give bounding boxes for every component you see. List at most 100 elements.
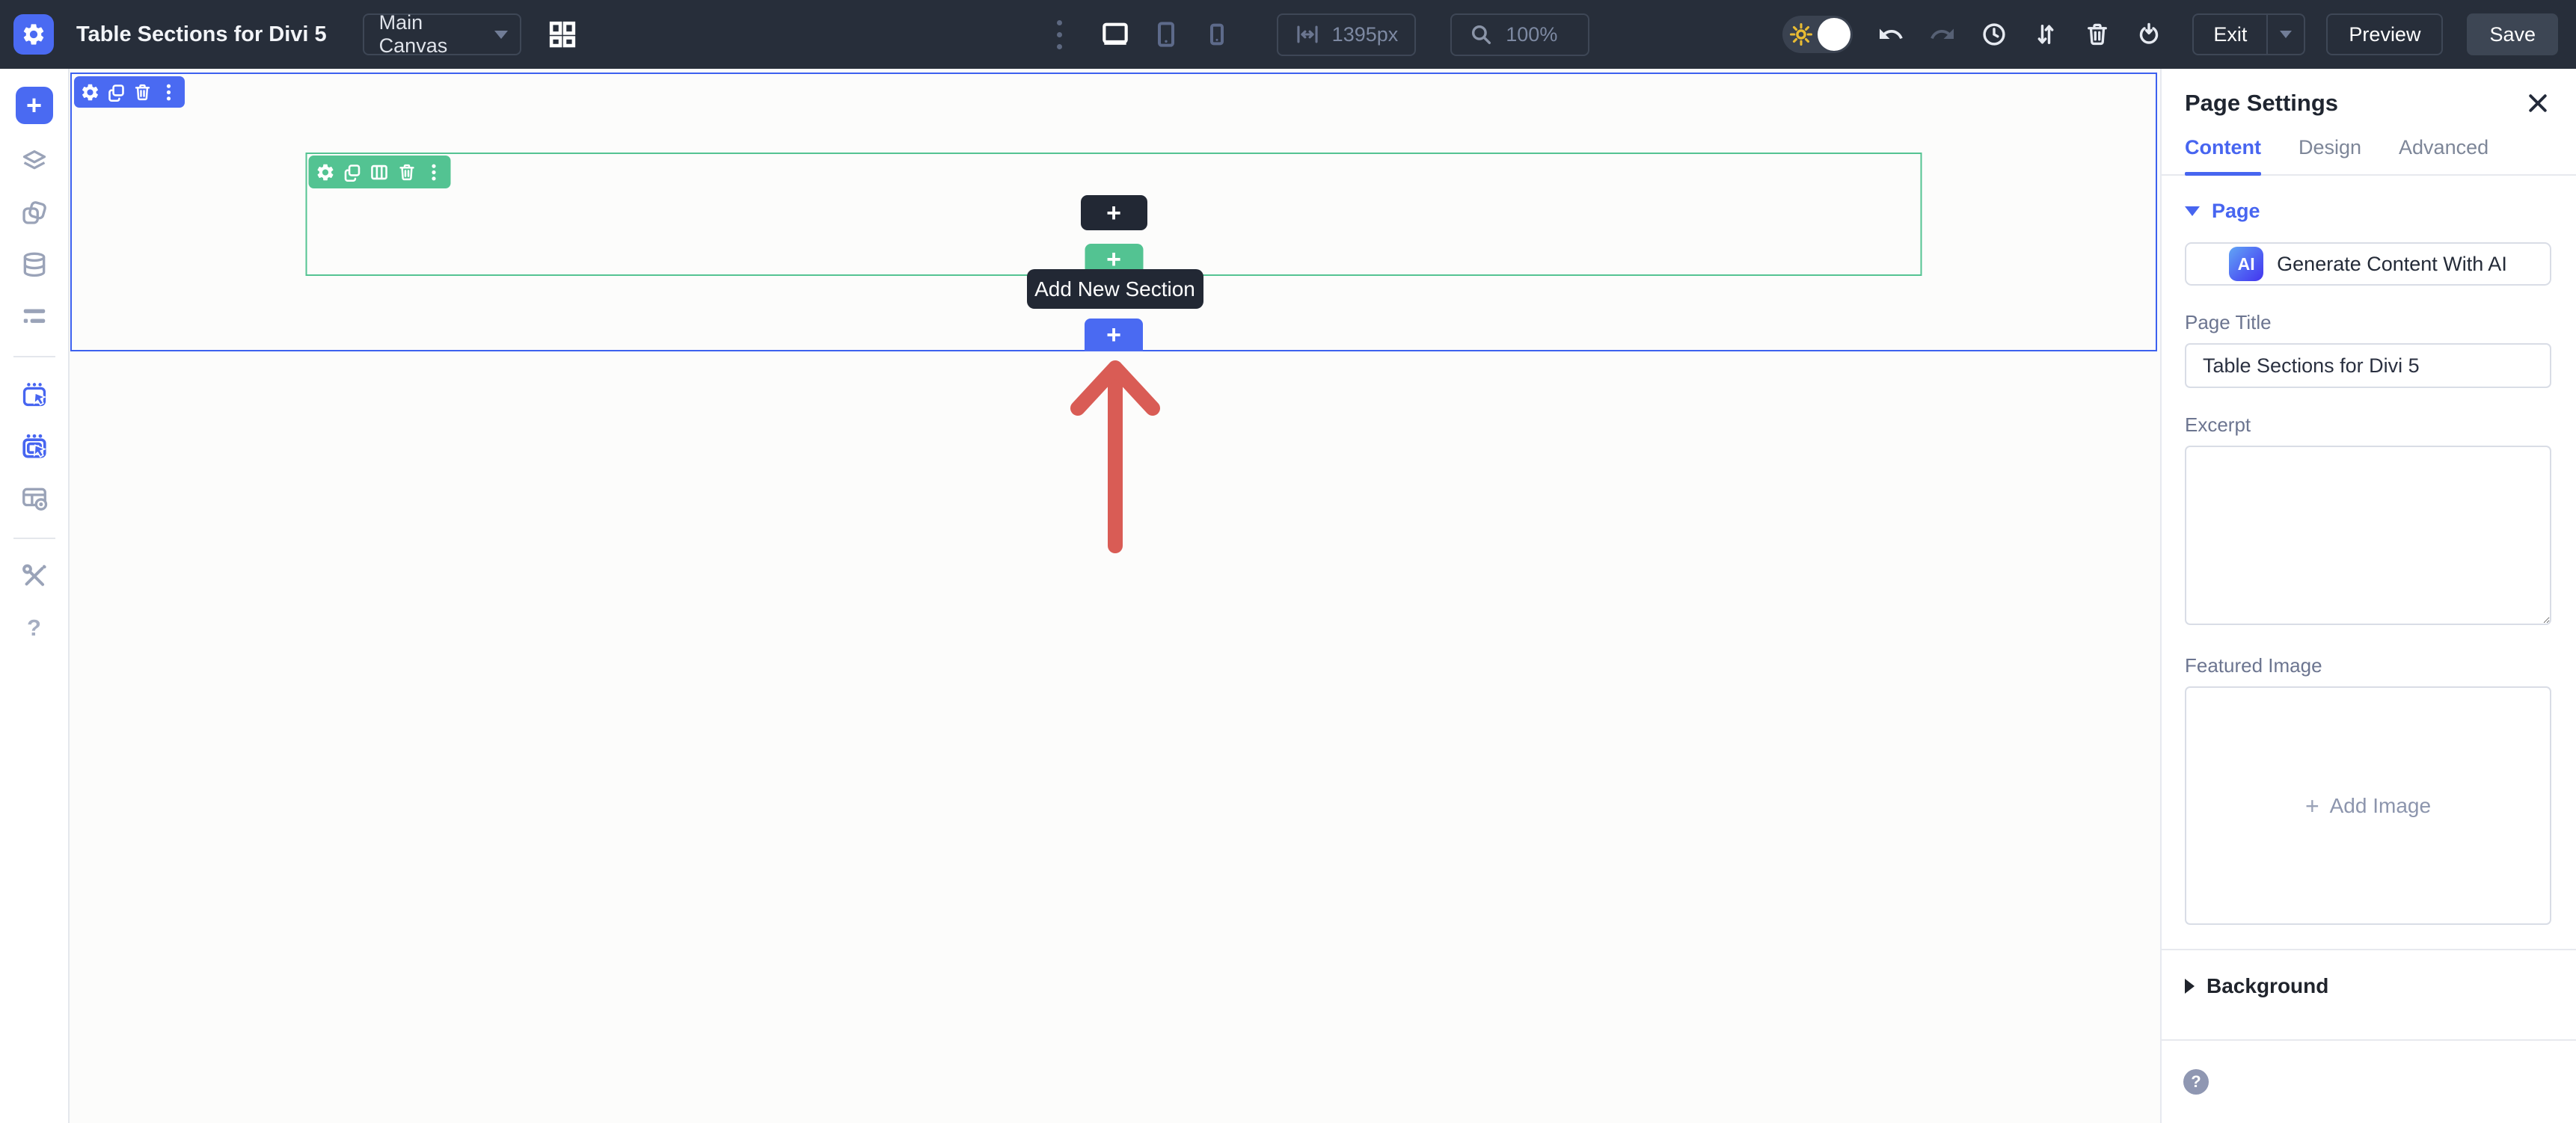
responsive-controls: 1395px 100% [1057,13,1590,56]
row-settings-icon[interactable] [316,162,336,182]
featured-image-label: Featured Image [2185,654,2551,677]
panel-footer: ? [2162,1039,2576,1123]
zoom-input[interactable]: 100% [1450,13,1589,56]
phone-view-icon[interactable] [1202,19,1232,49]
add-module-button[interactable]: + [16,87,53,124]
annotation-arrow-up [1052,356,1179,556]
panel-help-icon[interactable]: ? [2183,1069,2209,1095]
canvas-width-input[interactable]: 1395px [1277,13,1417,56]
add-module-plus-button[interactable]: + [1081,195,1147,230]
theme-toggle[interactable] [1782,16,1853,53]
row-duplicate-icon[interactable] [343,162,363,182]
panel-body: Page Settings Content Design Advanced Pa… [2162,69,2576,1039]
plus-icon: + [1106,200,1121,226]
exit-dropdown[interactable] [2268,31,2304,38]
tab-content[interactable]: Content [2185,136,2261,174]
section-delete-icon[interactable] [132,82,153,102]
page-title: Table Sections for Divi 5 [76,22,327,47]
canvas-selector-label: Main Canvas [379,11,494,58]
plus-icon: + [1106,247,1121,272]
exit-label: Exit [2194,23,2266,46]
toggle-knob [1818,18,1850,51]
section-more-options-icon[interactable] [159,82,179,102]
chevron-down-icon [494,31,508,39]
tab-design[interactable]: Design [2299,136,2361,174]
question-glyph: ? [2191,1072,2201,1092]
caret-right-icon [2185,979,2195,994]
page-settings-panel: Page Settings Content Design Advanced Pa… [2160,69,2576,1123]
row-outline[interactable]: + + [306,153,1922,276]
topbar-actions: Exit Preview Save [1782,13,2558,55]
plus-icon: + [26,92,42,119]
list-view-icon[interactable] [20,302,49,330]
layout-grid-icon[interactable] [547,19,578,50]
background-section-toggle[interactable]: Background [2185,974,2551,998]
exit-button[interactable]: Exit [2192,13,2305,55]
section-duplicate-icon[interactable] [106,82,126,102]
panel-title: Page Settings [2185,90,2338,117]
add-new-section-tooltip: Add New Section [1027,269,1203,309]
portability-icon[interactable] [2135,21,2162,48]
undo-icon[interactable] [1877,21,1904,48]
save-button[interactable]: Save [2467,13,2558,55]
zoom-value: 100% [1506,23,1557,46]
sidebar-divider [13,356,55,357]
plus-icon: + [2305,794,2319,818]
background-section-label: Background [2207,974,2328,998]
history-icon[interactable] [1981,21,2008,48]
builder-canvas[interactable]: + + + Add New Section [70,69,2160,1123]
hover-mode-icon[interactable] [20,381,49,409]
close-icon[interactable] [2524,90,2551,117]
sort-arrows-icon[interactable] [2032,21,2059,48]
section-toolbar [74,76,185,108]
add-image-dropzone[interactable]: + Add Image [2185,686,2551,925]
top-bar: Table Sections for Divi 5 Main Canvas 13… [0,0,2576,69]
tools-icon[interactable] [20,562,49,591]
sidebar-divider [13,538,55,539]
help-icon[interactable]: ? [20,614,49,642]
generate-content-ai-button[interactable]: AI Generate Content With AI [2185,242,2551,286]
page-section-outline[interactable]: + + + [70,73,2157,351]
tooltip-label: Add New Section [1034,277,1195,301]
gear-icon [21,22,46,47]
left-sidebar: + ? [0,69,70,1123]
redo-icon[interactable] [1929,21,1956,48]
preview-button[interactable]: Preview [2326,13,2443,55]
view-options-menu-icon[interactable] [1057,20,1063,49]
add-image-label: Add Image [2330,794,2431,818]
page-title-input[interactable] [2185,343,2551,388]
caret-down-icon [2185,206,2200,216]
ai-button-label: Generate Content With AI [2277,253,2507,276]
row-more-options-icon[interactable] [423,162,444,182]
save-label: Save [2489,23,2536,46]
canvas-selector-dropdown[interactable]: Main Canvas [363,13,521,55]
layers-icon[interactable] [20,147,49,176]
page-title-label: Page Title [2185,311,2551,334]
section-settings-icon[interactable] [80,82,100,102]
design-presets-icon[interactable] [20,199,49,227]
trash-icon[interactable] [2084,21,2111,48]
width-resize-icon [1295,22,1320,47]
zoom-magnifier-icon [1468,22,1494,47]
click-mode-icon[interactable] [20,432,49,461]
page-section-toggle[interactable]: Page [2185,200,2551,223]
preview-label: Preview [2349,23,2420,46]
excerpt-label: Excerpt [2185,413,2551,437]
desktop-view-icon[interactable] [1100,19,1130,49]
row-columns-icon[interactable] [369,162,390,182]
question-glyph: ? [27,615,41,642]
row-toolbar [309,156,451,188]
add-section-plus-button[interactable]: + [1085,319,1143,351]
database-icon[interactable] [20,250,49,279]
row-delete-icon[interactable] [396,162,417,182]
tab-advanced[interactable]: Advanced [2399,136,2488,174]
table-preview-icon[interactable] [20,484,49,512]
chevron-down-icon [2280,31,2292,38]
excerpt-textarea[interactable] [2185,446,2551,625]
page-section-label: Page [2212,200,2260,223]
canvas-width-value: 1395px [1332,23,1399,46]
tablet-view-icon[interactable] [1151,19,1181,49]
ai-icon: AI [2229,247,2263,281]
light-mode-sun-icon [1788,22,1814,47]
divi-logo[interactable] [13,14,54,55]
